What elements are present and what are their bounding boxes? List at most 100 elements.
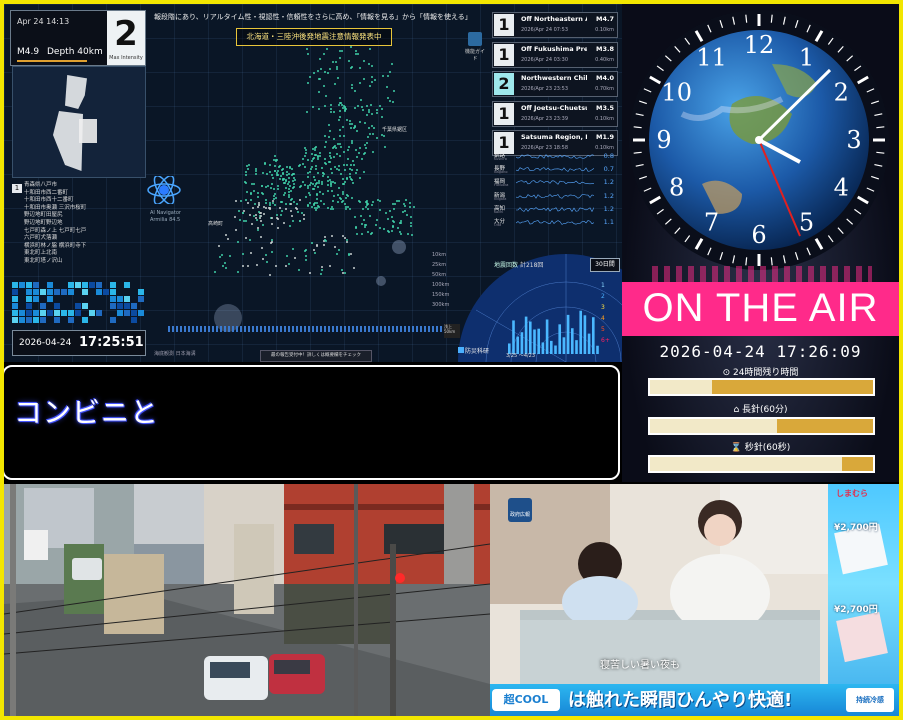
map-point: [324, 95, 327, 98]
map-point: [346, 163, 349, 166]
map-point: [298, 268, 301, 271]
map-point: [352, 267, 355, 270]
map-point: [374, 79, 377, 82]
map-point: [333, 155, 336, 158]
map-point: [313, 202, 316, 205]
map-point: [320, 200, 323, 203]
map-point: [237, 271, 240, 274]
map-point: [343, 150, 346, 153]
radar-bar: [592, 317, 595, 354]
map-point: [329, 68, 332, 71]
map-point: [363, 78, 366, 81]
latest-quake-info[interactable]: Apr 24 14:13 M4.9 Depth 40km 2 Max Inten…: [10, 10, 146, 66]
map-point: [359, 121, 362, 124]
map-point: [365, 114, 368, 117]
map-point: [349, 164, 352, 167]
map-point: [318, 108, 321, 111]
radar-legend-item: 6+: [601, 337, 610, 344]
map-point: [370, 204, 373, 207]
timeline-bar: [168, 326, 448, 332]
map-point: [381, 74, 384, 77]
map-point: [286, 174, 289, 177]
map-point: [385, 211, 388, 214]
map-point: [324, 146, 327, 149]
map-point: [372, 201, 374, 204]
quake-list-item[interactable]: 1 Off Northeastern A 2026/Apr 24 07:53 M4.7…: [492, 12, 618, 38]
map-point: [262, 205, 265, 208]
map-point: [264, 163, 267, 166]
quake-magnitude: M4.7: [596, 15, 614, 23]
quake-region: Off Fukushima Pref: [521, 44, 587, 53]
map-point: [238, 210, 241, 213]
map-point: [311, 152, 314, 155]
heatmap-cell: [12, 282, 18, 288]
map-point: [316, 157, 319, 160]
map-point: [288, 193, 290, 196]
map-point: [324, 141, 327, 144]
heatmap-cell: [68, 289, 74, 295]
map-point: [302, 181, 305, 184]
heatmap-cell: [33, 289, 39, 295]
map-point: [286, 165, 289, 168]
place-label: 高崎町: [208, 221, 224, 227]
report-notice[interactable]: 最の報告受付中！詳しくは概要欄をチェック: [260, 350, 372, 362]
map-point: [260, 219, 263, 222]
map-point: [260, 184, 263, 187]
ai-navigator-atom-icon[interactable]: [146, 176, 182, 204]
feature-guide-button[interactable]: 機能ガイド: [464, 32, 486, 62]
map-point: [353, 89, 356, 92]
heatmap-cell: [40, 289, 46, 295]
subtitle-text: コンビニと: [14, 396, 160, 429]
station-value: 1.2: [603, 178, 614, 187]
heatmap-cell: [138, 289, 144, 295]
advisory-alert[interactable]: 北海道・三陸沖後発地震注意情報発表中: [236, 28, 392, 46]
quake-list-item[interactable]: 2 Northwestern Chib 2026/Apr 23 23:53 M4.0 0…: [492, 71, 618, 97]
map-point: [318, 190, 321, 193]
heatmap-cell: [82, 303, 88, 309]
nied-label: 防災科研: [458, 346, 489, 355]
map-point: [343, 168, 346, 171]
map-point: [264, 253, 267, 256]
quake-list-item[interactable]: 1 Off Joetsu-Chuetsu 2026/Apr 23 23:39 M3.5…: [492, 100, 618, 127]
map-point: [292, 186, 295, 189]
heatmap-cell: [89, 310, 95, 316]
map-point: [317, 185, 320, 188]
map-point: [314, 153, 317, 156]
quake-list-item[interactable]: 1 Off Fukushima Pref 2026/Apr 24 03:30 M3.8…: [492, 41, 618, 68]
map-point: [281, 209, 284, 212]
map-point: [228, 255, 231, 258]
map-point: [388, 210, 391, 213]
map-point: [246, 190, 249, 193]
town-list-item: 東北町塔ノ沢山: [24, 257, 63, 264]
clock-number: 11: [696, 44, 727, 72]
quake-magnitude: M1.9: [596, 133, 614, 141]
regional-mini-map[interactable]: [12, 66, 146, 178]
map-point: [340, 173, 343, 176]
map-point: [315, 165, 318, 168]
heatmap-cell: [54, 310, 60, 316]
map-point: [301, 157, 304, 160]
nied-logo-icon: [458, 347, 464, 353]
map-point: [364, 205, 367, 208]
map-point: [264, 206, 267, 209]
heatmap-cell: [68, 282, 74, 288]
map-point: [249, 238, 252, 241]
map-point: [306, 48, 309, 51]
map-point: [290, 198, 293, 201]
map-point: [369, 103, 372, 106]
radar-total: 計218回: [519, 262, 544, 269]
waveform: [516, 154, 594, 159]
period-30days-button[interactable]: 30日間: [590, 258, 620, 272]
map-point: [322, 244, 325, 247]
map-point: [244, 170, 247, 173]
map-point: [397, 226, 400, 229]
clock-number: 9: [656, 126, 671, 154]
map-point: [409, 201, 412, 204]
channel-label: 政府広報: [509, 512, 530, 518]
heatmap-cell: [47, 296, 53, 302]
heatmap-cell: [33, 310, 39, 316]
heatmap-cell: [40, 310, 46, 316]
map-point: [400, 232, 403, 235]
map-point: [337, 200, 340, 203]
map-point: [337, 187, 340, 190]
